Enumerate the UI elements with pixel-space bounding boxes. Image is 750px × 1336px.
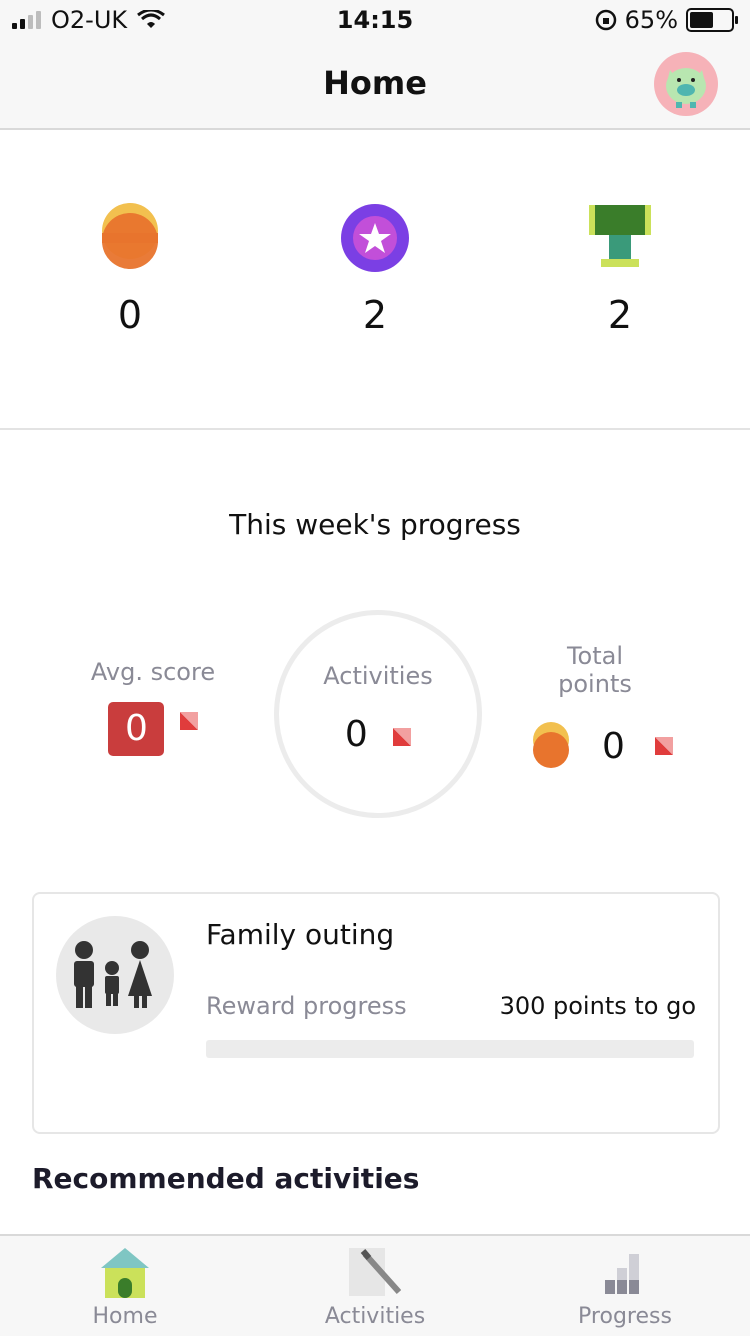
avg-score-label: Avg. score [90,658,216,686]
reward-title: Family outing [206,918,395,951]
tab-activities-label: Activities [324,1304,426,1329]
trend-down-icon [179,712,198,730]
tab-home-label: Home [92,1304,158,1329]
activities-block: 0 [274,714,482,755]
trend-down-icon [654,737,673,755]
tab-activities[interactable]: Activities [285,1248,465,1329]
tab-progress-label: Progress [578,1304,672,1329]
avg-score-block: Avg. score 0 [88,658,218,756]
status-bar: O2-UK 14:15 65% [0,0,750,40]
activities-label: Activities [323,662,433,690]
trophy-icon [585,203,655,273]
reward-card[interactable]: Family outing Reward progress 300 points… [32,892,720,1134]
coins-stat: 0 [70,203,190,337]
tab-home[interactable]: Home [35,1248,215,1329]
activities-value: 0 [344,714,368,755]
weekly-progress-title: This week's progress [229,508,521,541]
total-points-value: 0 [602,725,625,767]
tab-bar: Home Activities Progress [0,1234,750,1336]
trophies-value: 2 [607,293,633,337]
reward-progress-bar [206,1040,694,1058]
pencil-icon [349,1248,402,1298]
trend-down-icon [393,728,412,746]
coin-icon [533,722,569,768]
reward-progress-label: Reward progress [206,992,407,1020]
star-badge-icon [340,203,410,273]
page-title: Home [323,64,427,102]
trophies-stat: 2 [560,203,680,337]
stats-row: 0 2 2 [0,128,750,430]
battery-percent: 65% [624,6,678,34]
bar-chart-icon [599,1248,651,1298]
points-to-go: 300 points to go [499,992,696,1020]
coin-icon [95,203,165,273]
orientation-lock-icon [595,9,616,31]
coins-value: 0 [117,293,143,337]
family-icon [56,916,174,1034]
avg-score-badge: 0 [108,702,165,756]
badges-value: 2 [362,293,388,337]
recommended-activities-title: Recommended activities [32,1162,420,1195]
nav-bar: Home [0,40,750,130]
battery-icon [686,8,738,32]
pig-avatar-icon[interactable] [654,52,718,116]
house-icon [99,1248,151,1298]
total-points-label: Total points [558,642,632,698]
tab-progress[interactable]: Progress [535,1248,715,1329]
total-points-row: 0 [530,722,673,770]
badges-stat: 2 [315,203,435,337]
